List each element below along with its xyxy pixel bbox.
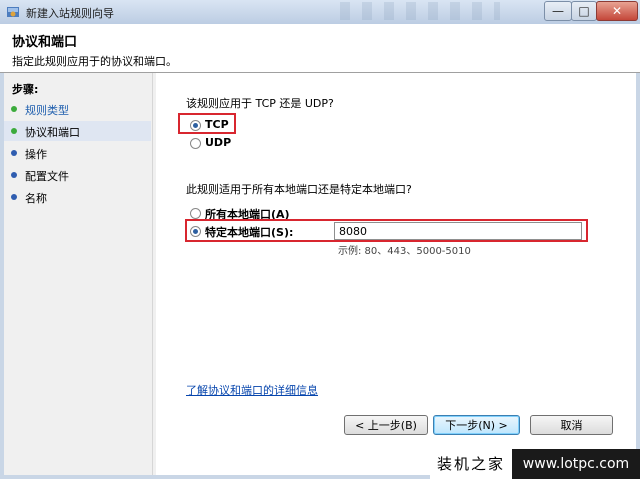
port-example-text: 示例: 80、443、5000-5010 — [338, 246, 471, 257]
step-bullet-icon — [11, 106, 17, 112]
title-bar: 新建入站规则向导 — □ ✕ — [0, 0, 640, 24]
wizard-body: 步骤: 规则类型 协议和端口 操作 配置文件 名称 该规则应用于 TCP 还是 … — [4, 73, 636, 475]
close-button[interactable]: ✕ — [596, 1, 638, 21]
steps-title: 步骤: — [12, 83, 39, 96]
step-bullet-icon — [11, 150, 17, 156]
maximize-button[interactable]: □ — [571, 1, 597, 21]
step-action[interactable]: 操作 — [4, 143, 151, 163]
page-description: 指定此规则应用于的协议和端口。 — [12, 55, 177, 68]
learn-more-link[interactable]: 了解协议和端口的详细信息 — [186, 382, 318, 398]
udp-radio[interactable] — [190, 138, 201, 149]
titlebar-background-blur — [340, 2, 500, 20]
minimize-button[interactable]: — — [544, 1, 572, 21]
wizard-header: 协议和端口 指定此规则应用于的协议和端口。 — [0, 24, 640, 73]
back-button[interactable]: < 上一步(B) — [344, 415, 428, 435]
step-label: 协议和端口 — [25, 126, 80, 139]
step-label: 操作 — [25, 148, 47, 161]
maximize-icon: □ — [578, 4, 590, 18]
step-label: 名称 — [25, 192, 47, 205]
all-ports-radio[interactable] — [190, 208, 201, 219]
step-profile[interactable]: 配置文件 — [4, 165, 151, 185]
step-bullet-icon — [11, 128, 17, 134]
wizard-content: 该规则应用于 TCP 还是 UDP? TCP UDP 此规则适用于所有本地端口还… — [156, 73, 636, 475]
tcp-label[interactable]: TCP — [205, 118, 229, 131]
watermark-url: www.lotpc.com — [512, 449, 640, 479]
step-bullet-icon — [11, 172, 17, 178]
step-label: 规则类型 — [25, 104, 69, 117]
watermark: 装机之家 www.lotpc.com — [430, 449, 640, 479]
step-name[interactable]: 名称 — [4, 187, 151, 207]
window-title: 新建入站规则向导 — [26, 7, 114, 20]
ports-question: 此规则适用于所有本地端口还是特定本地端口? — [186, 183, 412, 196]
protocol-question: 该规则应用于 TCP 还是 UDP? — [186, 97, 334, 110]
specific-ports-label[interactable]: 特定本地端口(S): — [205, 224, 293, 240]
close-icon: ✕ — [611, 4, 623, 18]
step-bullet-icon — [11, 194, 17, 200]
cancel-button[interactable]: 取消 — [530, 415, 613, 435]
port-input[interactable] — [334, 222, 582, 240]
page-title: 协议和端口 — [12, 35, 78, 50]
specific-ports-radio[interactable] — [190, 226, 201, 237]
udp-label[interactable]: UDP — [205, 136, 231, 149]
minimize-icon: — — [552, 4, 564, 18]
tcp-radio[interactable] — [190, 120, 201, 131]
next-button[interactable]: 下一步(N) > — [433, 415, 520, 435]
step-rule-type[interactable]: 规则类型 — [4, 99, 151, 119]
step-label: 配置文件 — [25, 170, 69, 183]
step-protocol-ports[interactable]: 协议和端口 — [4, 121, 151, 141]
steps-sidebar: 步骤: 规则类型 协议和端口 操作 配置文件 名称 — [4, 73, 153, 475]
firewall-app-icon — [7, 7, 19, 17]
watermark-brand: 装机之家 — [436, 455, 505, 473]
